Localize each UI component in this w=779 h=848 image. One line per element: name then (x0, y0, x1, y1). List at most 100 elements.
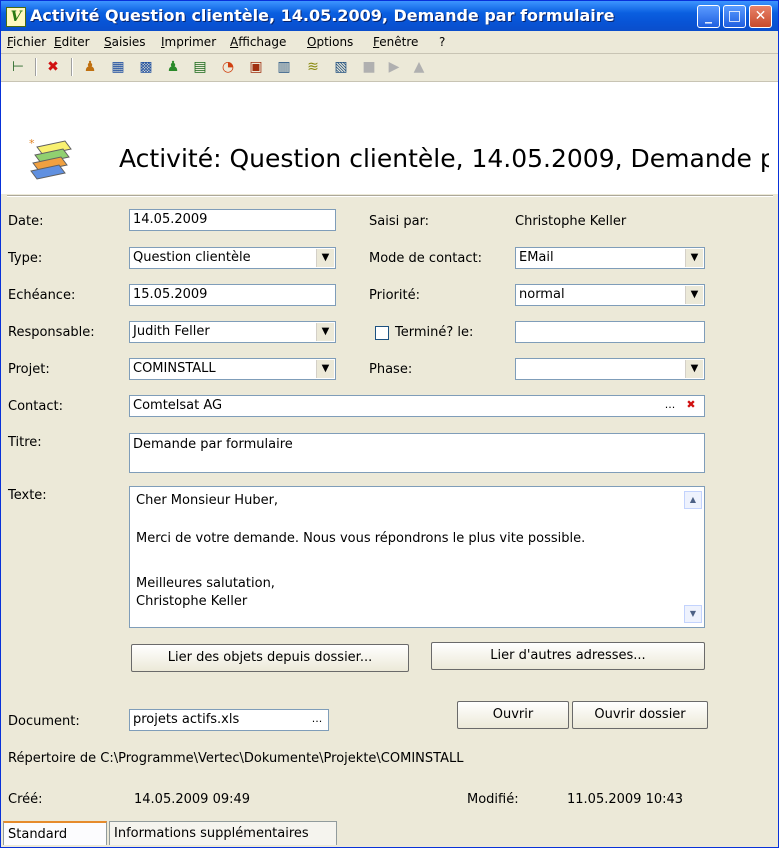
table-icon[interactable]: ▤ (191, 59, 209, 75)
page-title: Activité: Question clientèle, 14.05.2009… (119, 144, 769, 173)
header-area (1, 82, 778, 194)
contact-clear-button[interactable]: ✖ (681, 397, 701, 415)
type-label: Type: (8, 251, 43, 266)
type-value: Question clientèle (133, 250, 251, 265)
responsable-select[interactable]: Judith Feller ▼ (129, 321, 336, 343)
scroll-up-arrow-icon[interactable]: ▲ (684, 491, 702, 509)
cree-label: Créé: (8, 792, 43, 807)
buildings-icon[interactable]: ▩ (137, 59, 155, 75)
contact-value: Comtelsat AG (133, 398, 223, 413)
page-icon[interactable]: ▥ (275, 59, 293, 75)
toolbar-separator (71, 58, 73, 76)
menu-imprimer[interactable]: Imprimer (161, 35, 216, 49)
activity-stack-icon: * (27, 137, 79, 189)
texte-area[interactable]: Cher Monsieur Huber, Merci de votre dema… (129, 486, 705, 628)
chevron-down-icon[interactable]: ▼ (685, 286, 703, 304)
mode-contact-value: EMail (519, 250, 554, 265)
app-icon: V (6, 7, 26, 27)
chevron-down-icon[interactable]: ▼ (316, 323, 334, 341)
contact-field[interactable]: Comtelsat AG (129, 395, 705, 417)
menu-fichier[interactable]: Fichier (7, 35, 46, 49)
menu-saisies[interactable]: Saisies (104, 35, 146, 49)
menu-editer[interactable]: Editer (54, 35, 90, 49)
texte-line: Christophe Keller (136, 594, 248, 609)
phase-select[interactable]: ▼ (515, 358, 705, 380)
activity-window: V Activité Question clientèle, 14.05.200… (0, 0, 779, 848)
saisi-par-value: Christophe Keller (515, 214, 627, 229)
date-field[interactable]: 14.05.2009 (129, 209, 336, 231)
titre-field[interactable]: Demande par formulaire (129, 433, 705, 473)
termine-label: Terminé? le: (395, 325, 474, 340)
echeance-field[interactable]: 15.05.2009 (129, 284, 336, 306)
document-label: Document: (8, 714, 80, 729)
phase-label: Phase: (369, 362, 413, 377)
document-value: projets actifs.xls (133, 712, 240, 727)
modifie-label: Modifié: (467, 792, 519, 807)
priorite-select[interactable]: normal ▼ (515, 284, 705, 306)
chevron-down-icon[interactable]: ▼ (316, 249, 334, 267)
contact-label: Contact: (8, 399, 63, 414)
saisi-par-label: Saisi par: (369, 214, 430, 229)
document-icon[interactable]: ▣ (247, 59, 265, 75)
date-label: Date: (8, 214, 44, 229)
termine-date-field[interactable] (515, 321, 705, 343)
mode-contact-label: Mode de contact: (369, 251, 482, 266)
scroll-down-arrow-icon[interactable]: ▼ (684, 605, 702, 623)
texte-label: Texte: (8, 488, 47, 503)
maximize-button[interactable]: □ (723, 5, 746, 28)
menu-affichage[interactable]: Affichage (230, 35, 286, 49)
lier-objets-button[interactable]: Lier des objets depuis dossier... (131, 644, 409, 672)
menu-bar: Fichier Editer Saisies Imprimer Affichag… (1, 31, 778, 54)
tab-standard[interactable]: Standard (3, 821, 107, 845)
projet-value: COMINSTALL (133, 361, 216, 376)
responsable-value: Judith Feller (133, 324, 210, 339)
disabled-icon: ■ (362, 59, 376, 75)
menu-options[interactable]: Options (307, 35, 353, 49)
chart-icon[interactable]: ◔ (219, 59, 237, 75)
minimize-button[interactable]: _ (697, 5, 720, 28)
delete-icon[interactable]: ✖ (44, 59, 62, 75)
menu-help[interactable]: ? (439, 35, 445, 49)
texte-line: Cher Monsieur Huber, (136, 493, 279, 508)
contact-icon[interactable]: ♟ (164, 59, 182, 75)
mode-contact-select[interactable]: EMail ▼ (515, 247, 705, 269)
texte-line: Meilleures salutation, (136, 576, 275, 591)
disabled-arrow-icon: ▶ (388, 59, 400, 75)
contact-browse-button[interactable]: ... (660, 397, 680, 415)
tree-icon[interactable]: ⊢ (9, 59, 27, 75)
titre-label: Titre: (8, 435, 42, 450)
person-icon[interactable]: ♟ (81, 59, 99, 75)
chevron-down-icon[interactable]: ▼ (685, 360, 703, 378)
close-button[interactable]: ✕ (749, 5, 772, 28)
repertoire-path: Répertoire de C:\Programme\Vertec\Dokume… (8, 751, 464, 766)
projet-select[interactable]: COMINSTALL ▼ (129, 358, 336, 380)
title-bar[interactable]: V Activité Question clientèle, 14.05.200… (1, 1, 778, 31)
modifie-value: 11.05.2009 10:43 (567, 792, 684, 807)
chevron-down-icon[interactable]: ▼ (316, 360, 334, 378)
stack-icon[interactable]: ≋ (304, 59, 322, 75)
menu-fenetre[interactable]: Fenêtre (373, 35, 418, 49)
ouvrir-button[interactable]: Ouvrir (457, 701, 569, 729)
ouvrir-dossier-button[interactable]: Ouvrir dossier (572, 701, 708, 729)
priorite-label: Priorité: (369, 288, 420, 303)
type-select[interactable]: Question clientèle ▼ (129, 247, 336, 269)
tab-strip: Standard Informations supplémentaires (1, 821, 778, 847)
svg-text:*: * (29, 137, 35, 150)
termine-checkbox[interactable] (375, 326, 389, 340)
divider (7, 195, 773, 197)
projet-label: Projet: (8, 362, 50, 377)
chevron-down-icon[interactable]: ▼ (685, 249, 703, 267)
disabled-export-icon: ▲ (413, 59, 425, 75)
toolbar: ⊢ ✖ ♟ ▦ ▩ ♟ ▤ ◔ ▣ ▥ ≋ ▧ ■ ▶ ▲ (1, 53, 778, 82)
responsable-label: Responsable: (8, 325, 95, 340)
image-icon[interactable]: ▧ (332, 59, 350, 75)
tab-informations-supplementaires[interactable]: Informations supplémentaires (109, 821, 337, 845)
priorite-value: normal (519, 287, 565, 302)
building-icon[interactable]: ▦ (109, 59, 127, 75)
document-browse-button[interactable]: ... (307, 711, 327, 729)
document-field[interactable]: projets actifs.xls (129, 709, 329, 731)
texte-line: Merci de votre demande. Nous vous répond… (136, 531, 586, 546)
echeance-label: Echéance: (8, 288, 76, 303)
lier-adresses-button[interactable]: Lier d'autres adresses... (431, 642, 705, 670)
window-title: Activité Question clientèle, 14.05.2009,… (30, 6, 615, 25)
